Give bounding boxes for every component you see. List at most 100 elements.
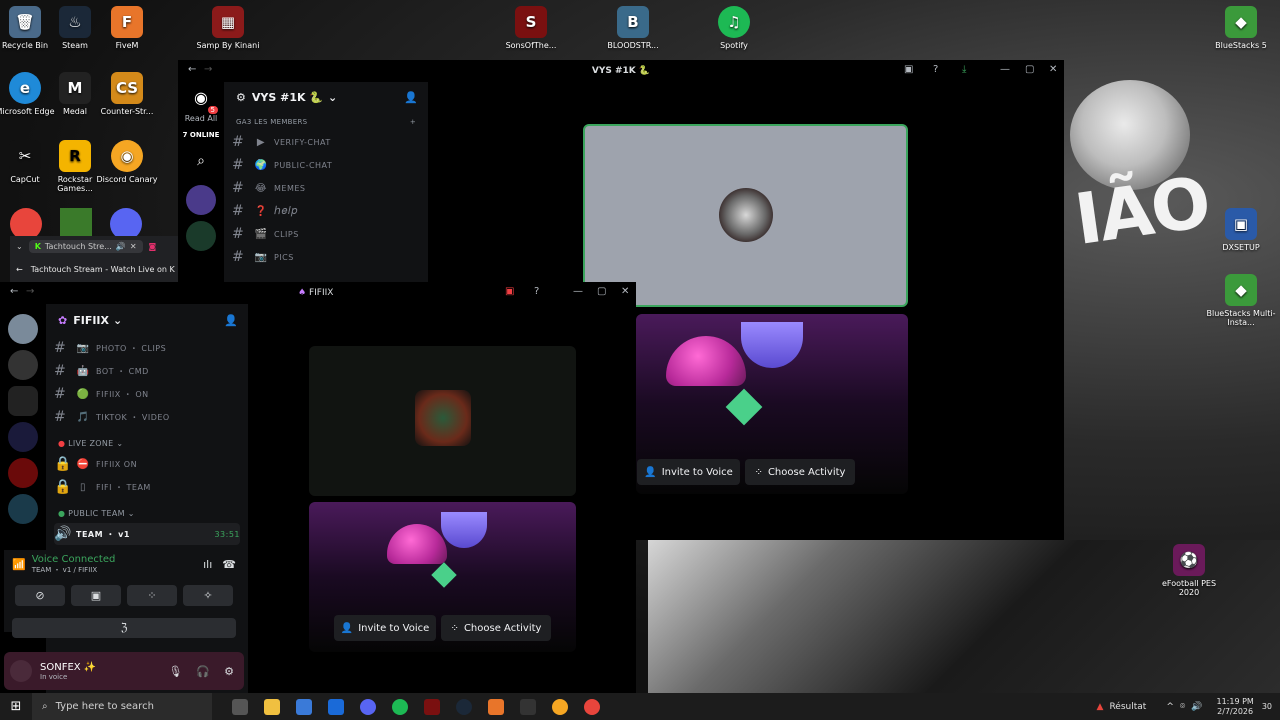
back-arrow-icon[interactable]: ← [16,265,23,274]
server-icon[interactable] [8,386,38,416]
channel-photo-clips[interactable]: # 📷 PHOTO ・ CLIPS [54,337,240,359]
microphone-icon[interactable]: 🎙 [168,665,182,678]
read-all-button[interactable]: Read All [178,114,224,123]
channel-fifiix-on-locked[interactable]: 🔒 ⛔ FIFIIX ON [54,453,240,475]
close-icon[interactable]: ✕ [1049,64,1057,75]
headphones-icon[interactable]: 🎧 [196,665,210,678]
discord-canary-taskbar-icon[interactable] [552,698,568,715]
invite-to-voice-button[interactable]: 👤 Invite to Voice [334,615,436,641]
weather-icon[interactable]: ▲ [1097,702,1104,712]
close-icon[interactable]: ✕ [621,286,629,297]
desktop-icon-spotify[interactable]: ♫ Spotify [699,6,769,50]
channel-help[interactable]: # ❓ ℎ𝑒𝑙𝑝 [232,200,420,222]
inbox-icon[interactable]: ▣ [904,64,913,75]
maximize-icon[interactable]: ▢ [597,286,606,297]
add-user-icon[interactable]: 👤 [404,91,418,104]
activity-icon[interactable]: ⁘ [127,585,177,606]
spotify-taskbar-icon[interactable] [392,698,408,715]
channel-fifiix-on[interactable]: # 🟢 FIFIIX ・ ON [54,383,240,405]
desktop-icon-counter-strike[interactable]: CS Counter-Str... [92,72,162,116]
store-icon[interactable] [296,698,312,715]
voice-connected-label[interactable]: Voice Connected [32,554,116,565]
help-icon[interactable]: ? [933,64,938,75]
invite-to-voice-button[interactable]: 👤 Invite to Voice [637,459,740,485]
weather-label[interactable]: Résultat [1109,702,1146,712]
add-user-icon[interactable]: 👤 [224,314,238,327]
discord-home-icon[interactable]: ◉ 5 [186,88,218,114]
disconnect-icon[interactable]: ☎ [222,558,236,571]
server-icon-b4l[interactable] [8,350,38,380]
server-icon[interactable] [8,494,38,524]
sons-taskbar-icon[interactable] [424,698,440,715]
soundboard-icon[interactable]: ılı [203,558,212,571]
channel-fifi-team[interactable]: 🔒 ▯ FIFI ・ TEAM [54,476,240,498]
network-icon[interactable]: ⌾ [1180,702,1185,712]
server-icon[interactable] [8,458,38,488]
close-icon[interactable]: ✕ [130,242,137,251]
category-header[interactable]: GA3 LES MEMBERS + [224,112,428,130]
outlook-icon[interactable] [328,698,344,715]
desktop-icon-samp[interactable]: ▦ Samp By Kinani [193,6,263,50]
desktop-icon-discord-canary[interactable]: ◉ Discord Canary [92,140,162,184]
clock[interactable]: 11:19 PM 2/7/2026 [1216,697,1253,717]
chevron-down-icon[interactable]: ⌄ [16,242,23,251]
choose-activity-button[interactable]: ⁘ Choose Activity [441,615,551,641]
soundboard-button-icon[interactable]: ✧ [183,585,233,606]
inbox-icon[interactable]: ▣ [505,286,514,297]
windows-start-icon[interactable]: ⊞ [0,699,32,714]
help-icon[interactable]: ? [534,286,539,297]
screen-share-icon[interactable]: ▣ [71,585,121,606]
desktop-icon-bluestacks[interactable]: ◆ BlueStacks 5 [1206,6,1276,50]
desktop-icon-fivem[interactable]: F FiveM [92,6,162,50]
gear-icon[interactable]: ⚙ [224,665,234,678]
search-box[interactable]: ⌕ Type here to search [32,693,212,720]
desktop-icon-bluestacks-multi[interactable]: ◆ BlueStacks Multi-Insta... [1206,274,1276,327]
browser-tab[interactable]: K Tachtouch Stre... 🔊 ✕ [28,239,143,253]
steam-taskbar-icon[interactable] [456,698,472,715]
notifications-icon[interactable]: 30 [1262,702,1272,711]
voice-tile[interactable] [309,346,576,496]
download-icon[interactable]: ⤓ [962,64,966,75]
volume-icon[interactable]: 🔊 [1191,702,1202,712]
user-panel[interactable]: SONFEX ✨ In voice 🎙 🎧 ⚙ [4,652,244,690]
desktop-icon-dxsetup[interactable]: ▣ DXSETUP [1206,208,1276,252]
maximize-icon[interactable]: ▢ [1025,64,1034,75]
server-header[interactable]: ✿ FIFIIX ⌄ 👤 [46,304,248,336]
search-icon[interactable]: ⌕ [178,153,224,169]
game-taskbar-icon[interactable] [488,698,504,715]
voice-channel-team-v1[interactable]: 🔊 TEAM ・ v1 33:51 [54,523,240,545]
file-explorer-icon[interactable] [264,698,280,715]
category-public-team[interactable]: ● PUBLIC TEAM ⌄ [46,499,248,522]
channel-clips[interactable]: # 🎬 CLIPS [232,223,420,245]
category-live-zone[interactable]: ● LIVE ZONE ⌄ [46,429,248,452]
minimize-icon[interactable]: — [1000,64,1010,75]
voice-tile-speaking[interactable] [583,124,908,307]
channel-tiktok-video[interactable]: # 🎵 TIKTOK ・ VIDEO [54,406,240,428]
server-icon[interactable] [8,314,38,344]
channel-bot-cmd[interactable]: # 🤖 BOT ・ CMD [54,360,240,382]
chrome-taskbar-icon[interactable] [584,698,600,715]
channel-pics[interactable]: # 📷 PICS [232,246,420,268]
tray-chevron-icon[interactable]: ^ [1166,702,1174,712]
back-arrow-icon[interactable]: ← [10,286,18,297]
server-icon[interactable] [186,221,216,251]
camera-off-icon[interactable]: ⊘ [15,585,65,606]
noise-suppression-bar[interactable]: ℨ [12,618,236,638]
channel-memes[interactable]: # 😂 MEMES [232,177,420,199]
server-icon-3t[interactable] [8,422,38,452]
forward-arrow-icon[interactable]: → [26,286,34,297]
minimize-icon[interactable]: — [573,286,583,297]
instagram-icon[interactable]: ◙ [149,242,157,251]
server-header[interactable]: ⚙ VYS #1K 🐍 ⌄ 👤 [224,82,428,112]
voice-channel-path[interactable]: TEAM ・ v1 / FIFIIX [32,565,116,575]
plus-icon[interactable]: + [410,118,416,126]
server-icon-vys[interactable] [186,185,216,215]
desktop-icon-bloodstrike[interactable]: B BLOODSTR... [598,6,668,50]
task-view-icon[interactable] [232,698,248,715]
discord-taskbar-icon[interactable] [360,698,376,715]
desktop-icon-efootball[interactable]: ⚽ eFootball PES 2020 [1154,544,1224,597]
channel-verify-chat[interactable]: # ▶ VERIFY-CHAT [232,131,420,153]
app-taskbar-icon[interactable] [520,698,536,715]
channel-public-chat[interactable]: # 🌍 PUBLIC-CHAT [232,154,420,176]
choose-activity-button[interactable]: ⁘ Choose Activity [745,459,855,485]
